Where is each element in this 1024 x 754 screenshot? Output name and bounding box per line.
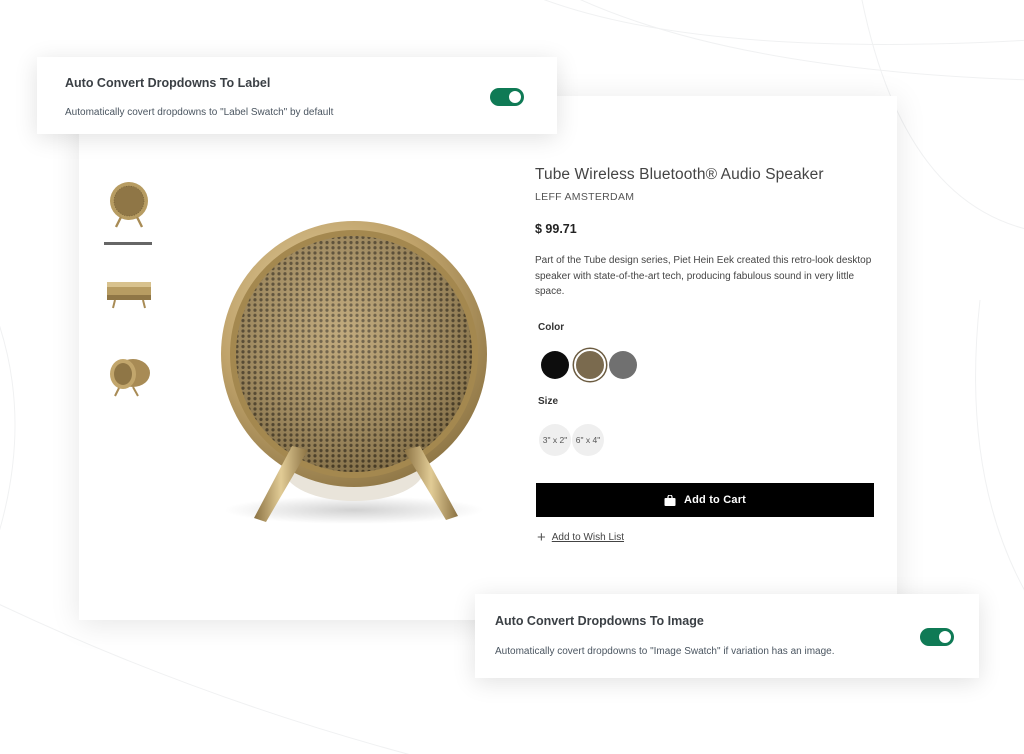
color-swatch-grey[interactable] [609,351,637,379]
add-to-cart-button[interactable]: Add to Cart [536,483,874,517]
setting-title-image-convert: Auto Convert Dropdowns To Image [495,614,704,628]
product-card: Tube Wireless Bluetooth® Audio Speaker L… [79,96,897,620]
plus-icon: + [537,529,546,546]
shopping-bag-icon [664,493,676,506]
toggle-knob [509,91,521,103]
color-swatch-black[interactable] [541,351,569,379]
setting-card-label-convert: Auto Convert Dropdowns To Label Automati… [37,57,557,134]
setting-card-image-convert: Auto Convert Dropdowns To Image Automati… [475,594,979,678]
product-title: Tube Wireless Bluetooth® Audio Speaker [535,166,824,183]
setting-title-label-convert: Auto Convert Dropdowns To Label [65,76,271,90]
toggle-knob [939,631,951,643]
product-main-image [221,221,487,524]
product-brand: LEFF AMSTERDAM [535,191,635,203]
setting-description-label-convert: Automatically covert dropdowns to "Label… [65,107,334,118]
toggle-label-convert[interactable] [490,88,524,106]
thumbnail-side[interactable] [105,264,153,320]
color-swatch-bronze-selected[interactable] [574,349,606,381]
setting-description-image-convert: Automatically covert dropdowns to "Image… [495,646,835,657]
size-label: Size [538,396,559,407]
size-option-6x4[interactable]: 6" x 4" [572,424,604,456]
product-price: $ 99.71 [535,222,577,236]
add-to-wishlist-link[interactable]: + Add to Wish List [537,530,624,545]
thumbnail-front[interactable] [105,176,153,232]
wishlist-label: Add to Wish List [551,532,625,543]
size-option-3x2[interactable]: 3" x 2" [539,424,571,456]
thumbnail-angle[interactable] [105,348,153,404]
toggle-image-convert[interactable] [920,628,954,646]
thumbnail-active-indicator [104,242,152,245]
color-label: Color [538,322,565,333]
product-description: Part of the Tube design series, Piet Hei… [535,255,872,297]
add-to-cart-label: Add to Cart [683,494,747,506]
